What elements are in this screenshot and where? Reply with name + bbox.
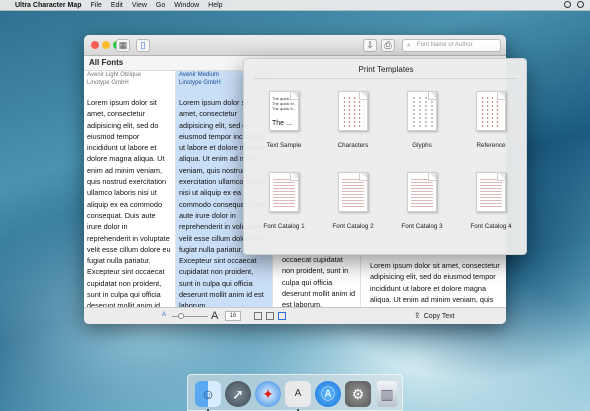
template-label: Text Sample bbox=[266, 142, 302, 149]
template-text-sample[interactable]: The quick br... The quick br... The quic… bbox=[249, 91, 319, 171]
template-label: Glyphs bbox=[412, 142, 432, 149]
document-icon: The quick br... The quick br... The quic… bbox=[269, 91, 299, 131]
document-icon bbox=[269, 172, 299, 212]
font-foundry: Linotype GmbH bbox=[87, 80, 129, 86]
font-sample-text: Lorem ipsum dolor sit amet, consectetur … bbox=[87, 98, 171, 307]
search-icon: ⌕ bbox=[407, 42, 411, 49]
template-label: Font Catalog 1 bbox=[263, 223, 305, 230]
app-store-icon[interactable]: Ⓐ bbox=[315, 381, 341, 407]
menu-file[interactable]: File bbox=[91, 2, 102, 9]
document-icon bbox=[476, 172, 506, 212]
font-name: Avenir Light Oblique bbox=[87, 72, 141, 78]
template-label: Characters bbox=[337, 142, 369, 149]
slider-knob[interactable] bbox=[178, 313, 184, 319]
font-size-field[interactable]: 16 bbox=[225, 311, 241, 321]
copy-text-button[interactable]: ⇪ Copy Text bbox=[414, 311, 455, 320]
menu-help[interactable]: Help bbox=[208, 2, 222, 9]
finder-icon[interactable]: ☺ bbox=[195, 381, 221, 407]
safari-icon[interactable]: ✦ bbox=[255, 381, 281, 407]
document-icon bbox=[476, 91, 506, 131]
copy-text-label: Copy Text bbox=[423, 313, 455, 320]
template-font-catalog-3[interactable]: Font Catalog 3 bbox=[387, 172, 457, 252]
dock: ☺ ➚ ✦ A Ⓐ ⚙ ▥ bbox=[187, 374, 403, 411]
document-icon bbox=[407, 172, 437, 212]
layout-split-icon[interactable] bbox=[266, 312, 274, 320]
app-menu[interactable]: Ultra Character Map bbox=[15, 2, 82, 9]
export-icon[interactable]: ⇩ bbox=[363, 39, 377, 52]
menu-bar: Ultra Character Map File Edit View Go Wi… bbox=[0, 0, 590, 11]
template-reference[interactable]: Reference bbox=[456, 91, 526, 171]
book-view-icon[interactable]: ▯ bbox=[136, 39, 150, 52]
template-label: Font Catalog 4 bbox=[470, 223, 512, 230]
document-icon bbox=[338, 172, 368, 212]
spotlight-icon[interactable] bbox=[564, 1, 571, 8]
font-size-small-icon: A bbox=[162, 312, 167, 318]
print-icon[interactable]: ⎙ bbox=[381, 39, 395, 52]
font-size-large-icon: A bbox=[211, 310, 219, 322]
close-button[interactable] bbox=[91, 41, 99, 49]
document-icon bbox=[338, 91, 368, 131]
minimize-button[interactable] bbox=[102, 41, 110, 49]
template-label: Reference bbox=[476, 142, 506, 149]
template-label: Font Catalog 3 bbox=[401, 223, 443, 230]
menu-view[interactable]: View bbox=[132, 2, 147, 9]
popover-title: Print Templates bbox=[358, 65, 414, 74]
menu-edit[interactable]: Edit bbox=[111, 2, 123, 9]
share-icon: ⇪ bbox=[414, 311, 421, 320]
grid-view-icon[interactable]: ▦ bbox=[116, 39, 130, 52]
font-sample-text: occaecat cupidatat non proident, sunt in… bbox=[282, 255, 356, 307]
template-font-catalog-4[interactable]: Font Catalog 4 bbox=[456, 172, 526, 252]
search-input[interactable]: ⌕ Font Name or Author bbox=[402, 39, 501, 52]
search-placeholder: Font Name or Author bbox=[417, 42, 473, 48]
title-bar: ▦ ▯ ⇩ ⎙ ⌕ Font Name or Author bbox=[84, 35, 506, 56]
menu-go[interactable]: Go bbox=[156, 2, 165, 9]
sidebar-title: All Fonts bbox=[89, 58, 124, 67]
notification-center-icon[interactable] bbox=[577, 1, 584, 8]
system-preferences-icon[interactable]: ⚙ bbox=[345, 381, 371, 407]
launchpad-icon[interactable]: ➚ bbox=[225, 381, 251, 407]
bottom-toolbar: A A 16 ⇪ Copy Text bbox=[84, 307, 506, 324]
menu-window[interactable]: Window bbox=[174, 2, 199, 9]
status-area bbox=[564, 1, 584, 8]
trash-icon[interactable]: ▥ bbox=[377, 381, 397, 407]
sample-line: The quick b... bbox=[272, 106, 297, 111]
layout-columns-icon[interactable] bbox=[278, 312, 286, 320]
divider bbox=[254, 78, 518, 79]
print-templates-popover: Print Templates The quick br... The quic… bbox=[243, 58, 527, 255]
template-glyphs[interactable]: Glyphs bbox=[387, 91, 457, 171]
font-column[interactable]: Avenir Light Oblique Linotype GmbH Lorem… bbox=[84, 71, 176, 307]
template-label: Font Catalog 2 bbox=[332, 223, 374, 230]
template-font-catalog-1[interactable]: Font Catalog 1 bbox=[249, 172, 319, 252]
template-font-catalog-2[interactable]: Font Catalog 2 bbox=[318, 172, 388, 252]
template-characters[interactable]: Characters bbox=[318, 91, 388, 171]
layout-grid-icon[interactable] bbox=[254, 312, 262, 320]
document-icon bbox=[407, 91, 437, 131]
ultra-character-map-icon[interactable]: A bbox=[285, 381, 311, 407]
sample-big: The ... bbox=[272, 120, 292, 127]
